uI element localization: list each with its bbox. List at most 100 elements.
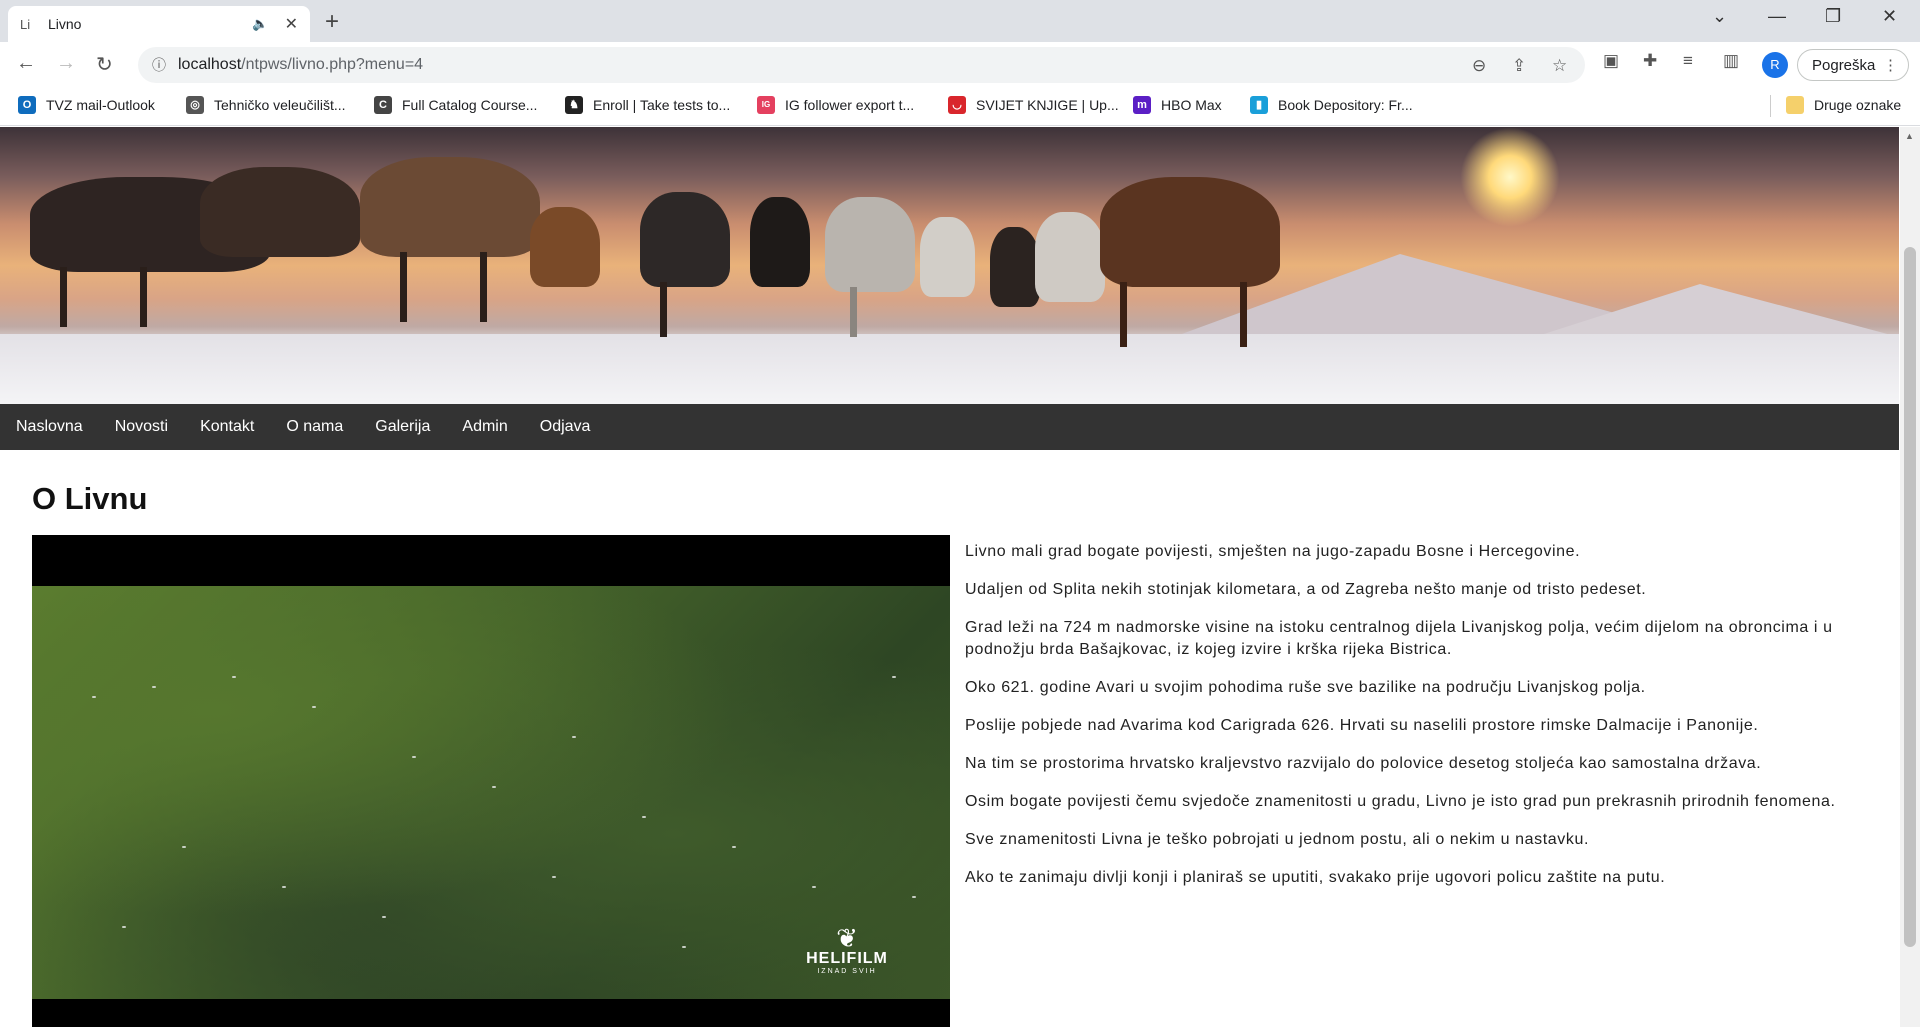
globe-icon: ◎ [186, 96, 204, 114]
scroll-thumb[interactable] [1904, 247, 1916, 947]
horse-silhouette [360, 157, 540, 257]
sheep-dot [232, 676, 236, 678]
paragraph: Osim bogate povijesti čemu svjedoče znam… [965, 793, 1836, 810]
zoom-icon[interactable]: ⊖ [1472, 56, 1486, 76]
menu-item-odjava[interactable]: Odjava [540, 418, 591, 436]
bookmark-item[interactable]: C Full Catalog Course... [374, 96, 537, 114]
tab-search-chevron-icon[interactable]: ⌄ [1712, 6, 1727, 27]
error-button[interactable]: Pogreška ⋮ [1797, 49, 1909, 81]
new-tab-icon[interactable]: + [325, 8, 339, 36]
extensions-puzzle-icon[interactable]: ✚ [1643, 51, 1657, 71]
bookmark-label: Tehničko veleučilišt... [214, 97, 346, 113]
bookmark-label: SVIJET KNJIGE | Up... [976, 97, 1119, 113]
minimize-icon[interactable]: — [1768, 6, 1786, 27]
bookmark-label: Book Depository: Fr... [1278, 97, 1413, 113]
tab-strip: Li Livno 🔈 ✕ + ⌄ — ❐ ✕ [0, 0, 1920, 42]
menu-item-novosti[interactable]: Novosti [115, 418, 168, 436]
sheep-dot [492, 786, 496, 788]
horse-silhouette [1100, 177, 1280, 287]
horse-icon: ♞ [565, 96, 583, 114]
bookmark-item[interactable]: ♞ Enroll | Take tests to... [565, 96, 730, 114]
menu-item-kontakt[interactable]: Kontakt [200, 418, 254, 436]
sheep-dot [412, 756, 416, 758]
media-control-icon[interactable]: ≡ [1683, 51, 1693, 71]
sheep-dot [572, 736, 576, 738]
folder-icon [1786, 96, 1804, 114]
sheep-dot [642, 816, 646, 818]
instagram-icon: IG [757, 96, 775, 114]
sheep-dot [182, 846, 186, 848]
sheep-dot [382, 916, 386, 918]
outlook-icon: O [18, 96, 36, 114]
bookmark-label: Enroll | Take tests to... [593, 97, 731, 113]
page-viewport: Naslovna Novosti Kontakt O nama Galerija… [0, 127, 1920, 1027]
scroll-up-arrow-icon[interactable]: ▲ [1905, 131, 1914, 141]
paragraph: Na tim se prostorima hrvatsko kraljevstv… [965, 755, 1762, 772]
horse-leg [1120, 282, 1127, 347]
other-bookmarks-label: Druge oznake [1814, 97, 1902, 113]
sun-glow [1460, 127, 1560, 227]
sheep-dot [732, 846, 736, 848]
restore-icon[interactable]: ❐ [1825, 6, 1841, 27]
sheep-dot [912, 896, 916, 898]
bookmark-label: HBO Max [1161, 97, 1222, 113]
bookmark-star-icon[interactable]: ☆ [1552, 56, 1567, 76]
extension-icon[interactable]: ▣ [1603, 51, 1619, 71]
address-bar[interactable]: ⓘ localhost/ntpws/livno.php?menu=4 ⊖ ⇪ ☆ [138, 47, 1585, 83]
reload-icon[interactable]: ↻ [96, 52, 113, 77]
menu-item-galerija[interactable]: Galerija [375, 418, 430, 436]
profile-avatar[interactable]: R [1762, 52, 1788, 78]
horse-silhouette [990, 227, 1040, 307]
sheep-dot [552, 876, 556, 878]
browser-tab[interactable]: Li Livno 🔈 ✕ [8, 6, 310, 42]
horse-silhouette [530, 207, 600, 287]
menu-dots-icon[interactable]: ⋮ [1883, 56, 1898, 74]
horse-leg [140, 267, 147, 327]
menu-item-naslovna[interactable]: Naslovna [16, 418, 83, 436]
bookmark-item[interactable]: IG IG follower export t... [757, 96, 914, 114]
horse-silhouette [640, 192, 730, 287]
menu-item-o-nama[interactable]: O nama [286, 418, 343, 436]
horse-leg [60, 267, 67, 327]
back-icon[interactable]: ← [16, 52, 36, 75]
page-scrollbar[interactable]: ▲ [1900, 127, 1920, 1027]
bookmark-label: Full Catalog Course... [402, 97, 538, 113]
paragraph: Sve znamenitosti Livna je teško pobrojat… [965, 831, 1590, 848]
horse-silhouette [920, 217, 975, 297]
close-tab-icon[interactable]: ✕ [285, 14, 298, 34]
logo-sub: IZNAD SVIH [817, 968, 877, 975]
site-info-icon[interactable]: ⓘ [152, 55, 178, 75]
url-path: /ntpws/livno.php?menu=4 [241, 56, 424, 73]
bookmark-item[interactable]: O TVZ mail-Outlook [18, 96, 155, 114]
horse-silhouette [750, 197, 810, 287]
horse-silhouette [1035, 212, 1105, 302]
bookmark-label: TVZ mail-Outlook [46, 97, 155, 113]
paragraph: Livno mali grad bogate povijesti, smješt… [965, 543, 1581, 560]
bookmark-item[interactable]: ◎ Tehničko veleučilišt... [186, 96, 346, 114]
speaker-icon[interactable]: 🔈 [252, 16, 268, 32]
horse-leg [850, 287, 857, 337]
menu-item-admin[interactable]: Admin [462, 418, 507, 436]
bookmark-item[interactable]: ▮ Book Depository: Fr... [1250, 96, 1413, 114]
horse-leg [1240, 282, 1247, 347]
page-title: O Livnu [32, 481, 148, 516]
forward-icon[interactable]: → [56, 52, 76, 75]
paragraph: Udaljen od Splita nekih stotinjak kilome… [965, 581, 1647, 598]
share-icon[interactable]: ⇪ [1512, 56, 1526, 76]
sheep-dot [92, 696, 96, 698]
video-player[interactable]: ❦ HELIFILM IZNAD SVIH [32, 535, 950, 1027]
url-text[interactable]: localhost/ntpws/livno.php?menu=4 [178, 56, 423, 74]
close-window-icon[interactable]: ✕ [1882, 6, 1897, 27]
other-bookmarks[interactable]: Druge oznake [1786, 96, 1901, 114]
sheep-dot [312, 706, 316, 708]
article-text: Livno mali grad bogate povijesti, smješt… [965, 535, 1865, 905]
bookmark-item[interactable]: m HBO Max [1133, 96, 1222, 114]
helifilm-logo: ❦ HELIFILM IZNAD SVIH [792, 925, 902, 975]
side-panel-icon[interactable]: ▥ [1723, 51, 1739, 71]
paragraph: Poslije pobjede nad Avarima kod Carigrad… [965, 717, 1759, 734]
bookmarks-bar: O TVZ mail-Outlook ◎ Tehničko veleučilišt.… [0, 88, 1920, 126]
video-frame: ❦ HELIFILM IZNAD SVIH [32, 586, 950, 999]
horse-silhouette [825, 197, 915, 292]
logo-name: HELIFILM [806, 950, 888, 967]
bookmark-item[interactable]: ◡ SVIJET KNJIGE | Up... [948, 96, 1119, 114]
